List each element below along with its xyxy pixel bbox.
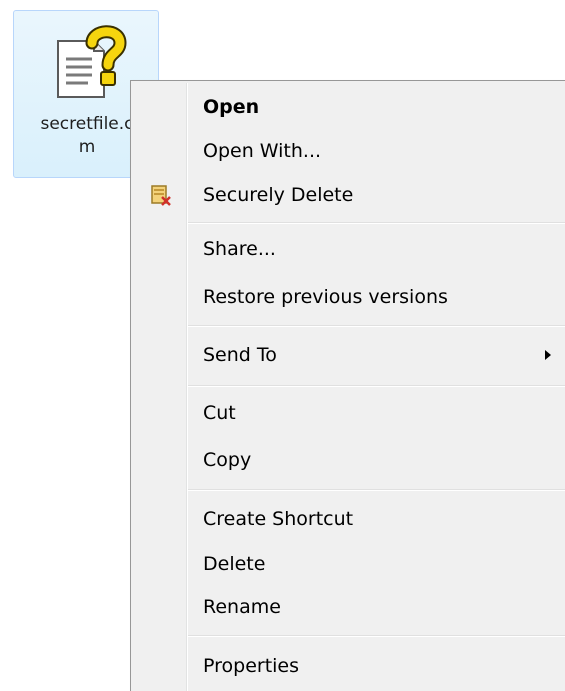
menu-item-label: Open <box>203 96 260 118</box>
menu-item-label: Create Shortcut <box>203 508 354 530</box>
menu-separator <box>188 489 565 491</box>
menu-item-open-with[interactable]: Open With... <box>133 129 563 173</box>
menu-item-send-to[interactable]: Send To <box>133 333 563 377</box>
menu-separator <box>188 385 565 387</box>
menu-item-rename[interactable]: Rename <box>133 585 563 629</box>
submenu-arrow-icon <box>545 350 551 360</box>
menu-item-restore-previous-versions[interactable]: Restore previous versions <box>133 275 563 319</box>
menu-item-open[interactable]: Open <box>133 85 563 129</box>
menu-item-properties[interactable]: Properties <box>133 644 563 688</box>
menu-separator <box>188 635 565 637</box>
menu-item-label: Delete <box>203 553 266 575</box>
menu-item-create-shortcut[interactable]: Create Shortcut <box>133 497 563 541</box>
menu-item-label: Send To <box>203 344 277 366</box>
menu-item-label: Rename <box>203 596 281 618</box>
menu-item-label: Restore previous versions <box>203 286 448 308</box>
menu-item-label: Share... <box>203 238 276 260</box>
context-menu: Open Open With... Securely Delete Share.… <box>130 80 565 691</box>
menu-separator <box>188 222 565 224</box>
menu-item-securely-delete[interactable]: Securely Delete <box>133 173 563 217</box>
secure-delete-icon <box>151 185 171 206</box>
menu-item-cut[interactable]: Cut <box>133 391 563 435</box>
menu-item-label: Copy <box>203 449 252 471</box>
menu-item-copy[interactable]: Copy <box>133 438 563 482</box>
menu-item-label: Cut <box>203 402 236 424</box>
menu-item-label: Properties <box>203 655 300 677</box>
menu-separator <box>188 325 565 327</box>
unknown-file-icon <box>57 25 127 98</box>
menu-item-share[interactable]: Share... <box>133 227 563 271</box>
menu-item-label: Securely Delete <box>203 184 354 206</box>
menu-item-delete[interactable]: Delete <box>133 542 563 586</box>
menu-item-label: Open With... <box>203 140 322 162</box>
